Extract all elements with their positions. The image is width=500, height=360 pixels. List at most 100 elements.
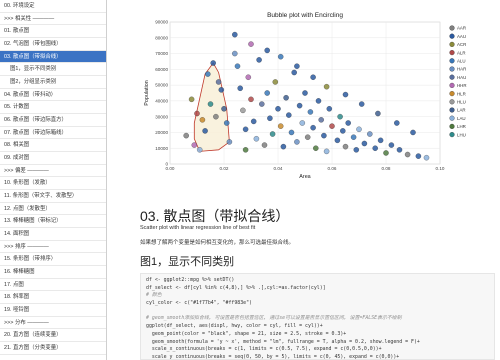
x-tick-label: 0.08 xyxy=(382,166,391,171)
code-line: scale_y_continuous(breaks = seq(0, 50, b… xyxy=(146,353,400,360)
legend-swatch xyxy=(449,41,455,47)
toc-item[interactable]: 12. 点图（发散型） xyxy=(0,203,106,216)
code-comment-line: # geom_smooth添加拟合线, 可设置是否包括置信区, 通过se可以设置… xyxy=(146,315,402,322)
data-point xyxy=(272,79,279,85)
code-line: df <- ggplot2::mpg %>% setDT() xyxy=(146,277,235,283)
toc-item[interactable]: 图1，显示不同类别 xyxy=(0,63,106,77)
data-point xyxy=(232,50,238,57)
data-point xyxy=(329,123,335,129)
data-point xyxy=(410,129,416,136)
data-point xyxy=(337,113,343,120)
toc-item[interactable]: 07. 散点图（带边际箱线） xyxy=(0,127,106,140)
data-point xyxy=(299,120,306,126)
data-point xyxy=(304,134,311,140)
data-point xyxy=(342,91,349,98)
toc-item[interactable]: 00. 环境设定 xyxy=(0,0,106,13)
code-comment-line: # 颜色 xyxy=(146,292,162,299)
data-point xyxy=(280,143,287,150)
data-point xyxy=(248,41,254,47)
data-point xyxy=(326,106,333,112)
legend-label: HHR xyxy=(457,83,467,88)
toc-item[interactable]: 19. 哑铃图 xyxy=(0,304,106,317)
x-axis-label: Area xyxy=(299,174,310,180)
data-point xyxy=(245,74,252,80)
section-paragraph: 如果想了解两个变量是如何相互变化的，那么可选最佳拟合线。 xyxy=(140,240,295,246)
toc-item[interactable]: 05. 计数图 xyxy=(0,101,106,115)
toc-item[interactable]: >>> 偏差 ———— xyxy=(0,165,106,178)
toc-item[interactable]: 20. 直方图（连续变量） xyxy=(0,329,106,343)
toc-item[interactable]: 08. 相关图 xyxy=(0,139,106,153)
legend-swatch xyxy=(449,58,455,64)
data-point xyxy=(277,123,284,129)
toc-item[interactable]: 18. 斜率图 xyxy=(0,291,106,305)
data-point xyxy=(342,143,349,150)
data-point xyxy=(232,31,238,38)
data-point xyxy=(205,71,211,77)
toc-item[interactable]: >>> 相关性 ———— xyxy=(0,13,106,26)
data-point xyxy=(353,147,360,153)
data-point xyxy=(288,129,295,136)
legend-swatch xyxy=(449,25,455,31)
x-tick-label: 0.00 xyxy=(166,166,175,171)
y-tick-label: 20000 xyxy=(155,130,168,135)
data-point xyxy=(310,124,316,131)
data-point xyxy=(294,63,300,69)
data-point xyxy=(415,153,422,159)
data-point xyxy=(218,87,225,93)
legend-swatch xyxy=(449,123,455,129)
toc-item[interactable]: 06. 散点图（带边际直方） xyxy=(0,114,106,127)
data-point xyxy=(267,115,273,121)
toc-item[interactable]: 02. 气泡图（带包围线） xyxy=(0,38,106,51)
data-point xyxy=(215,79,222,85)
legend-swatch xyxy=(449,50,455,56)
toc-item[interactable]: 10. 条形图（发散） xyxy=(0,177,106,191)
toc-item-active[interactable]: 03. 散点图（带拟合线） xyxy=(0,50,106,64)
legend-swatch xyxy=(449,91,455,97)
data-point xyxy=(261,142,268,148)
data-point xyxy=(345,120,351,126)
data-point xyxy=(372,145,378,151)
x-tick-label: 0.02 xyxy=(220,166,229,171)
toc-item[interactable]: 13. 棒棒糖图（带标记） xyxy=(0,215,106,229)
data-point xyxy=(356,126,362,133)
data-point xyxy=(253,136,260,142)
toc-item[interactable]: 21. 直方图（分类变量） xyxy=(0,342,106,355)
data-point xyxy=(321,132,327,139)
code-line: df_select <- df[cyl %in% c(4,8),] %>% .[… xyxy=(146,284,326,291)
data-point xyxy=(307,109,314,115)
legend-label: ACR xyxy=(457,42,466,47)
data-point xyxy=(191,142,198,148)
section-title: 03. 散点图（带拟合线） xyxy=(140,208,290,224)
data-point xyxy=(350,134,357,140)
data-point xyxy=(234,63,241,69)
data-point xyxy=(202,128,208,134)
toc-item[interactable]: >>> 分布 ———— xyxy=(0,317,106,330)
toc-item[interactable]: 11. 条形图（带文字、发散型） xyxy=(0,190,106,203)
legend-swatch xyxy=(449,132,455,138)
data-point xyxy=(188,96,195,103)
data-point xyxy=(275,106,281,112)
toc-item[interactable]: 01. 散点图 xyxy=(0,25,106,39)
data-point xyxy=(291,69,297,76)
data-point xyxy=(323,148,330,155)
data-point xyxy=(340,128,346,134)
toc-item[interactable]: 16. 棒棒糖图 xyxy=(0,266,106,279)
toc-item[interactable]: 14. 面积图 xyxy=(0,228,106,241)
toc-item[interactable]: 04. 散点图（带抖动） xyxy=(0,89,106,102)
data-point xyxy=(256,57,262,63)
data-point xyxy=(286,112,292,118)
chart-title: Bubble plot with Encircling xyxy=(267,12,343,19)
data-point xyxy=(296,102,303,109)
toc-item[interactable]: 09. 成对图 xyxy=(0,152,106,165)
data-point xyxy=(237,85,243,91)
toc-item[interactable]: >>> 排序 ———— xyxy=(0,241,106,254)
data-point xyxy=(242,126,249,133)
data-point xyxy=(248,96,254,103)
toc-item[interactable]: 15. 条形图（带排序） xyxy=(0,253,106,267)
data-point xyxy=(277,53,284,60)
toc-item[interactable]: 17. 点图 xyxy=(0,279,106,292)
y-tick-label: 10000 xyxy=(155,146,168,151)
toc-sidebar: 00. 环境设定 >>> 相关性 ———— 01. 散点图 02. 气泡图（带包围线）… xyxy=(0,0,107,360)
toc-item[interactable]: 图2，分组显示类别 xyxy=(0,76,106,89)
